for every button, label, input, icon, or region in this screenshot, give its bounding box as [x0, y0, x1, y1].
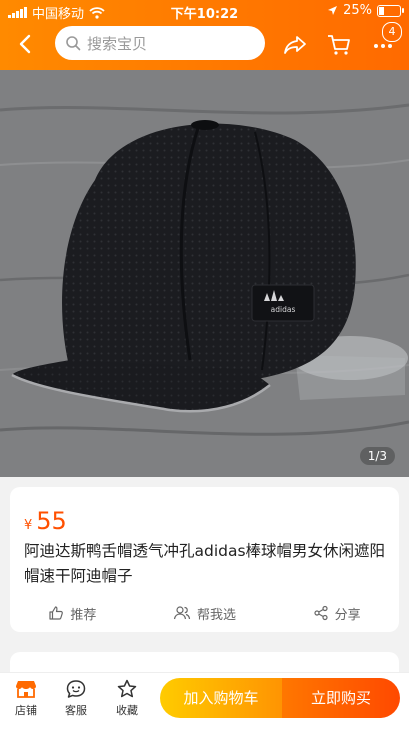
shop-label: 店铺 — [15, 704, 37, 717]
thumbs-up-icon — [49, 606, 64, 620]
battery-icon — [377, 4, 404, 17]
add-to-cart-button[interactable]: 加入购物车 — [160, 678, 282, 718]
shop-icon — [16, 681, 36, 698]
search-icon — [66, 36, 81, 51]
image-counter: 1/3 — [359, 447, 395, 465]
patch-logo-text: adidas — [271, 305, 296, 314]
currency-symbol: ¥ — [24, 518, 33, 533]
share-icon[interactable] — [282, 32, 308, 58]
location-arrow-icon — [328, 6, 338, 15]
product-info-card: ¥ 55 阿迪达斯鸭舌帽透气冲孔adidas棒球帽男女休闲遮阳帽速干阿迪帽子 推… — [10, 487, 399, 632]
nav-bar: 搜索宝贝 4 — [0, 22, 409, 64]
action-row: 推荐 帮我选 分享 — [10, 600, 399, 626]
price: ¥ 55 — [24, 507, 67, 535]
cap-photo: adidas — [0, 70, 409, 477]
status-right: 25% — [327, 3, 404, 18]
share-label: 分享 — [334, 607, 361, 623]
price-value: 55 — [36, 507, 67, 535]
back-arrow-icon[interactable] — [14, 32, 38, 56]
recommend-button[interactable]: 推荐 — [48, 604, 96, 623]
bottom-action-bar: 店铺 客服 收藏 加入购物车 立即购买 — [0, 672, 409, 729]
chat-face-icon — [66, 680, 86, 698]
cart-count-badge: 4 — [382, 22, 402, 42]
search-placeholder: 搜索宝贝 — [87, 34, 148, 53]
shop-button[interactable]: 店铺 — [6, 679, 46, 718]
product-title: 阿迪达斯鸭舌帽透气冲孔adidas棒球帽男女休闲遮阳帽速干阿迪帽子 — [24, 542, 386, 585]
favorite-button[interactable]: 收藏 — [107, 679, 147, 718]
recommend-label: 推荐 — [70, 607, 97, 623]
search-input[interactable]: 搜索宝贝 — [55, 26, 265, 60]
status-bar: 中国移动 下午10:22 25% — [0, 0, 409, 22]
cart-icon[interactable] — [326, 32, 352, 58]
people-icon — [173, 606, 191, 620]
share-nodes-icon — [314, 605, 328, 621]
service-label: 客服 — [65, 704, 87, 717]
customer-service-button[interactable]: 客服 — [56, 679, 96, 718]
help-choose-label: 帮我选 — [196, 607, 236, 623]
buy-now-button[interactable]: 立即购买 — [282, 678, 400, 718]
header: 中国移动 下午10:22 25% 搜索宝贝 4 — [0, 0, 409, 70]
help-choose-button[interactable]: 帮我选 — [173, 604, 236, 623]
product-image[interactable]: adidas 1/3 — [0, 70, 409, 477]
favorite-label: 收藏 — [116, 704, 138, 717]
share-button[interactable]: 分享 — [313, 604, 361, 623]
battery-percent: 25% — [343, 3, 372, 18]
star-icon — [117, 679, 137, 698]
